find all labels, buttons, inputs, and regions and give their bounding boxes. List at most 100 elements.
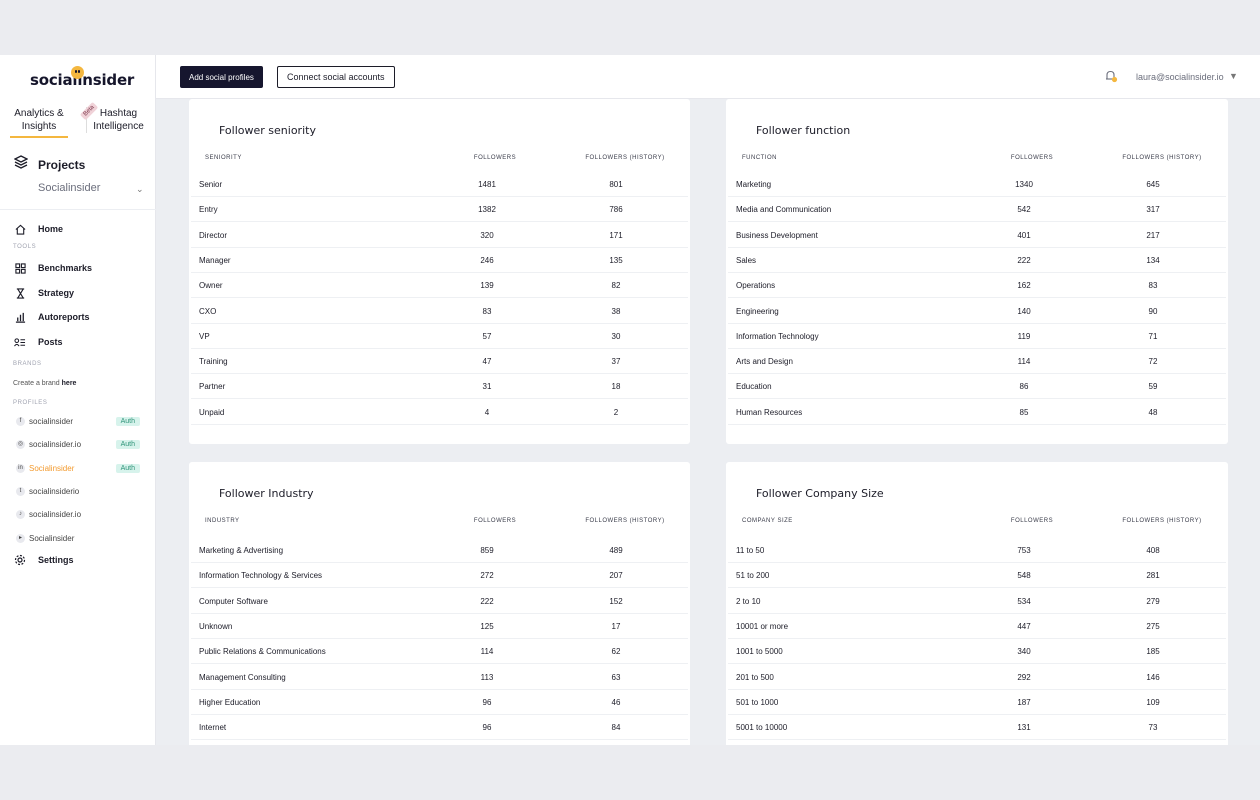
followers-history-value: 72 [1148,357,1158,367]
project-selector[interactable]: Socialinsider [38,182,100,194]
column-header[interactable]: FOLLOWERS [465,155,525,161]
column-header[interactable]: FOLLOWERS (HISTORY) [575,155,675,161]
followers-history-value: 48 [1148,407,1158,417]
row-label: Senior [199,180,223,189]
followers-value: 86 [1019,382,1029,392]
row-label: Manager [199,255,231,265]
followers-value: 292 [1017,672,1031,682]
table-row: 501 to 1000 187 109 [728,690,1226,715]
table-row: Marketing & Advertising 859 489 [191,538,688,563]
row-label: Business Development [736,230,818,240]
followers-history-value: 17 [611,621,621,631]
profile-item[interactable]: in Socialinsider Auth [16,464,142,473]
profile-item[interactable]: f socialinsider Auth [16,417,142,426]
row-label: VP [199,331,210,341]
table-row: Information Technology & Services 272 207 [191,563,688,589]
module-tabs: Analytics & Insights Hashtag Intelligenc… [8,107,150,138]
table-row: 2 to 10 534 279 [728,589,1226,614]
followers-history-value: 207 [609,571,623,581]
sidebar-item-label: Posts [38,337,63,347]
row-label: Partner [199,382,226,392]
sidebar-item-home[interactable]: Home [14,223,63,235]
followers-history-value: 30 [611,331,621,341]
auth-badge[interactable]: Auth [115,464,140,473]
table-row: 5001 to 10000 131 73 [728,715,1226,741]
column-header[interactable]: SENIORITY [205,155,242,161]
followers-history-value: 63 [611,672,621,682]
row-label: Computer Software [199,596,268,606]
followers-value: 859 [480,546,494,555]
table-row: Owner 139 82 [191,273,688,299]
sidebar-item-settings[interactable]: Settings [14,554,74,566]
card-title: Follower seniority [219,124,316,137]
caret-down-icon[interactable]: ▼ [1229,71,1238,81]
column-header[interactable]: INDUSTRY [205,518,240,524]
tab-analytics-insights[interactable]: Analytics & Insights [10,107,68,138]
followers-value: 246 [480,255,494,265]
sidebar-item-benchmarks[interactable]: Benchmarks [14,262,92,274]
followers-value: 187 [1017,697,1031,707]
auth-badge[interactable]: Auth [115,417,140,426]
column-header[interactable]: FOLLOWERS (HISTORY) [575,518,675,524]
followers-history-value: 134 [1146,255,1160,265]
brands-section-label: BRANDS [13,361,42,367]
sidebar-item-autoreports[interactable]: Autoreports [14,311,90,323]
profile-item[interactable]: ▸ Socialinsider [16,534,142,543]
followers-history-value: 489 [609,546,623,555]
followers-history-value: 281 [1146,571,1160,581]
bell-icon[interactable] [1104,69,1118,88]
row-label: Engineering [736,306,779,316]
followers-history-value: 18 [611,382,621,392]
row-label: Unknown [199,621,233,631]
column-header[interactable]: FOLLOWERS [465,518,525,524]
followers-value: 85 [1019,407,1029,417]
row-label: 1001 to 5000 [736,647,783,657]
column-header[interactable]: FUNCTION [742,155,777,161]
row-label: 5001 to 10000 [736,723,788,733]
column-header[interactable]: FOLLOWERS (HISTORY) [1112,518,1212,524]
tab-label-line2: Intelligence [93,121,144,132]
profile-item[interactable]: ♪ socialinsider.io [16,510,142,519]
followers-history-value: 46 [611,697,621,707]
table-row: Education 86 59 [728,374,1226,400]
column-header[interactable]: FOLLOWERS [1002,155,1062,161]
twitter-icon: t [16,487,25,496]
column-header[interactable]: FOLLOWERS [1002,518,1062,524]
sidebar-item-strategy[interactable]: Strategy [14,287,74,299]
table-header: SENIORITY FOLLOWERS FOLLOWERS (HISTORY) [199,155,680,171]
table-row: 51 to 200 548 281 [728,563,1226,589]
table-row: Partner 31 18 [191,374,688,400]
followers-value: 140 [1017,306,1031,316]
profile-item[interactable]: t socialinsiderio [16,487,142,496]
followers-value: 340 [1017,647,1031,657]
youtube-icon: ▸ [16,534,25,543]
connect-social-accounts-button[interactable]: Connect social accounts [277,66,395,88]
table-header: FUNCTION FOLLOWERS FOLLOWERS (HISTORY) [736,155,1218,171]
add-social-profiles-button[interactable]: Add social profiles [180,66,263,88]
column-header[interactable]: COMPANY SIZE [742,518,793,524]
column-header[interactable]: FOLLOWERS (HISTORY) [1112,155,1212,161]
projects-heading[interactable]: Projects [13,155,85,174]
row-label: Information Technology & Services [199,571,323,581]
row-label: 11 to 50 [736,546,765,555]
tiktok-icon: ♪ [16,510,25,519]
chevron-down-icon[interactable]: ⌄ [136,184,144,195]
table-row: Sales 222 134 [728,248,1226,273]
followers-value: 119 [1017,331,1031,341]
profile-item[interactable]: ◎ socialinsider.io Auth [16,440,142,449]
followers-value: 96 [482,723,492,733]
followers-value: 447 [1017,621,1031,631]
sidebar-item-posts[interactable]: Posts [14,336,63,348]
user-email[interactable]: laura@socialinsider.io [1136,72,1224,82]
followers-value: 113 [480,672,494,682]
row-label: Sales [736,255,757,265]
create-brand-link[interactable]: here [62,380,77,387]
followers-value: 47 [482,357,492,367]
followers-history-value: 279 [1146,596,1160,606]
followers-history-value: 73 [1148,723,1158,733]
tab-hashtag-intelligence[interactable]: Hashtag Intelligence [86,107,150,133]
gear-icon [14,554,26,566]
auth-badge[interactable]: Auth [115,440,140,449]
followers-value: 542 [1017,205,1031,215]
row-label: 10001 or more [736,621,789,631]
